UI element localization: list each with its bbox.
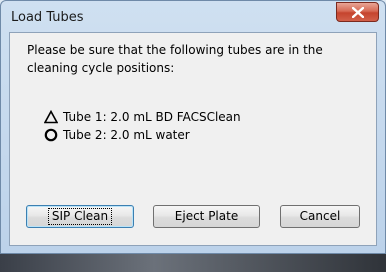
sip-clean-label: SIP Clean [47, 208, 113, 225]
tube-1-label: Tube 1: 2.0 mL BD FACSClean [63, 110, 241, 124]
cancel-button[interactable]: Cancel [280, 205, 360, 228]
circle-outline-icon [44, 128, 58, 142]
cancel-label: Cancel [299, 209, 341, 223]
triangle-outline-icon [44, 110, 58, 124]
eject-plate-label: Eject Plate [174, 209, 239, 223]
load-tubes-dialog: Load Tubes Please be sure that the follo… [0, 0, 386, 254]
tube-2-label: Tube 2: 2.0 mL water [63, 128, 190, 142]
tube-row-2: Tube 2: 2.0 mL water [44, 127, 190, 143]
tube-row-1: Tube 1: 2.0 mL BD FACSClean [44, 109, 241, 125]
instruction-message: Please be sure that the following tubes … [27, 43, 323, 75]
window-title: Load Tubes [11, 10, 84, 25]
eject-plate-button[interactable]: Eject Plate [153, 205, 260, 228]
close-x-icon [352, 7, 364, 18]
close-button[interactable] [336, 2, 379, 22]
sip-clean-button[interactable]: SIP Clean [26, 205, 134, 228]
title-bar[interactable]: Load Tubes [1, 1, 385, 33]
